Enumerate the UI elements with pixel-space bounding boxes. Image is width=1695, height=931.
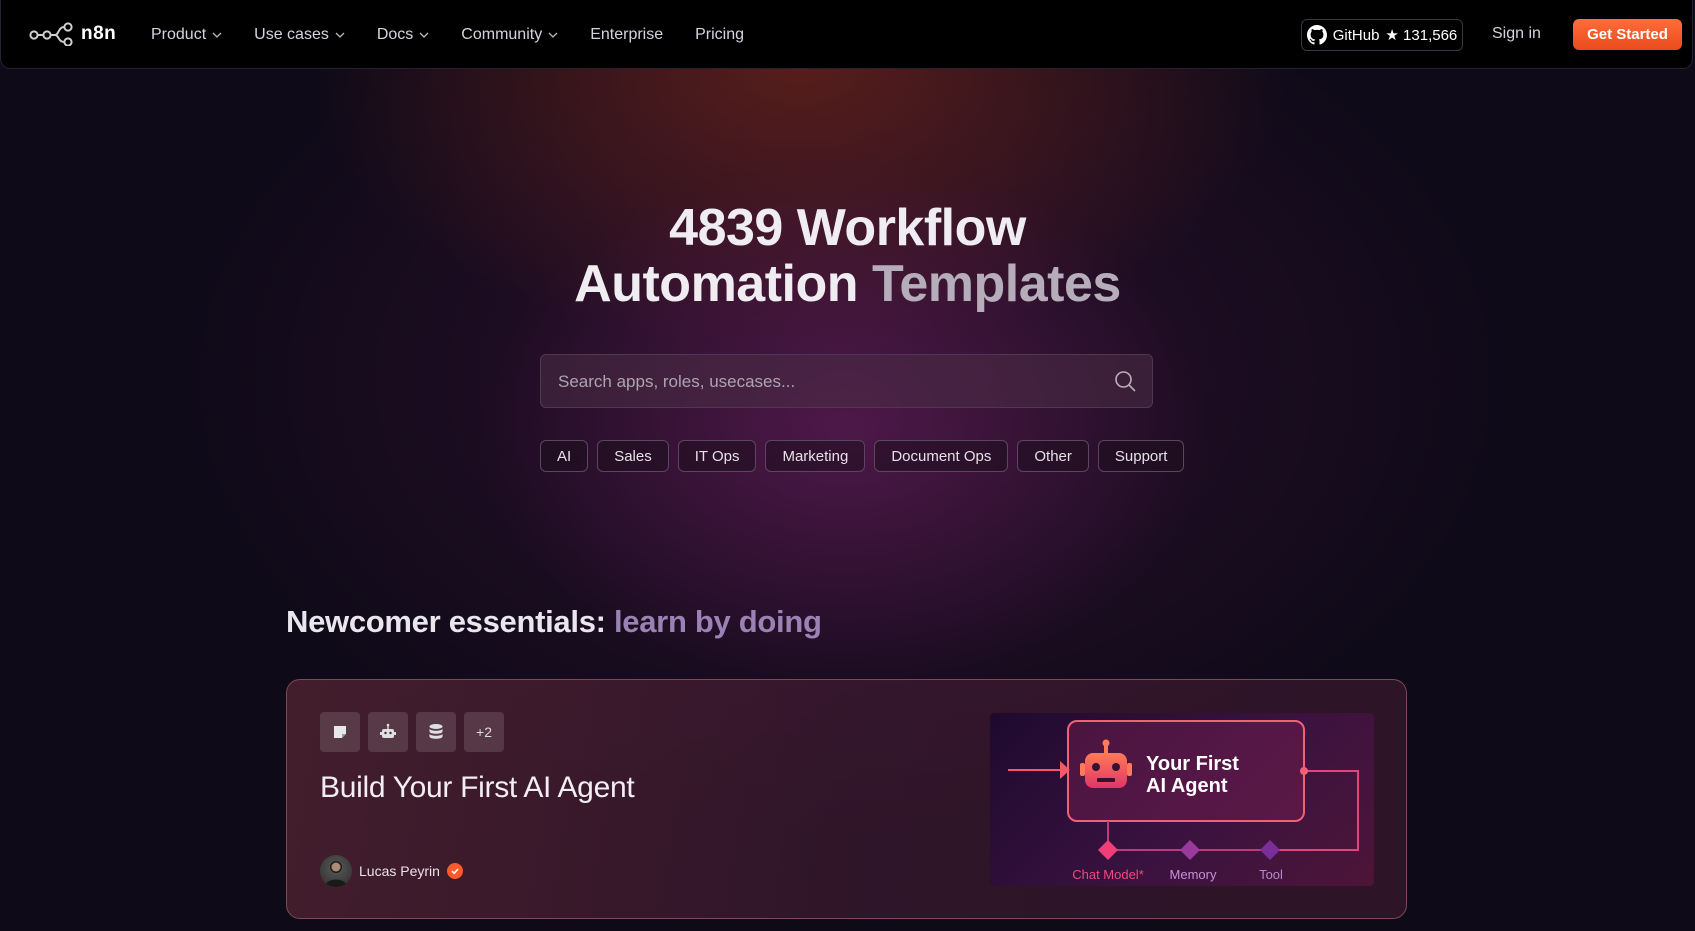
section-title-main: Newcomer essentials: [286, 604, 606, 639]
category-chip-marketing[interactable]: Marketing [765, 440, 866, 472]
n8n-logo[interactable]: n8n [29, 22, 116, 46]
category-chip-sales[interactable]: Sales [597, 440, 669, 472]
diagram-title-line-1: Your First [1146, 753, 1239, 775]
nav-item-community[interactable]: Community [461, 26, 558, 44]
category-chip-other[interactable]: Other [1017, 440, 1089, 472]
nav-item-label: Use cases [254, 25, 329, 43]
tool-label: Tool [1259, 867, 1283, 882]
title-line-2a: Automation [574, 255, 859, 313]
chat-model-label: Chat Model* [1072, 867, 1144, 882]
nav-item-use-cases[interactable]: Use cases [254, 26, 345, 44]
search-icon[interactable] [1114, 370, 1136, 392]
section-title-highlight: learn by doing [613, 604, 822, 639]
robot-icon [368, 712, 408, 752]
github-label: GitHub [1332, 26, 1380, 44]
sticky-note-icon [320, 712, 360, 752]
sign-in-link[interactable]: Sign in [1492, 25, 1541, 43]
avatar [320, 855, 352, 887]
top-navbar: n8n Product Use cases Docs Community Ent… [0, 0, 1693, 69]
nav-item-label: Product [151, 25, 207, 43]
chevron-down-icon [548, 32, 558, 38]
section-title: Newcomer essentials: learn by doing [286, 604, 822, 640]
category-chip-support[interactable]: Support [1097, 440, 1185, 472]
nav-item-docs[interactable]: Docs [377, 26, 429, 44]
diagram-title-line-2: AI Agent [1146, 775, 1228, 797]
n8n-logo-icon [29, 22, 73, 46]
title-line-2b: Templates [871, 255, 1121, 313]
nav-item-label: Community [461, 25, 543, 43]
nav-item-label: Docs [376, 25, 414, 43]
chevron-down-icon [212, 32, 222, 38]
github-icon [1306, 25, 1327, 45]
get-started-button[interactable]: Get Started [1573, 19, 1682, 50]
nav-item-enterprise[interactable]: Enterprise [590, 26, 663, 44]
github-stars: ★ 131,566 [1385, 27, 1458, 44]
page-title: 4839 Workflow Automation Templates [0, 200, 1695, 312]
verified-badge-icon [446, 863, 463, 879]
chevron-down-icon [419, 32, 429, 38]
memory-label: Memory [1170, 867, 1217, 882]
card-author[interactable]: Lucas Peyrin [320, 855, 463, 887]
category-chip-ai[interactable]: AI [540, 440, 589, 472]
database-icon [416, 712, 456, 752]
title-line-1: 4839 Workflow [669, 199, 1026, 257]
card-node-icons: +2 [320, 712, 504, 752]
chevron-down-icon [335, 32, 345, 38]
card-title[interactable]: Build Your First AI Agent [320, 771, 635, 805]
nav-item-label: Pricing [695, 25, 745, 43]
agent-diagram-preview: Your First AI Agent Chat Model* Memory T… [990, 713, 1374, 886]
nav-item-pricing[interactable]: Pricing [695, 26, 744, 44]
main-nav: Product Use cases Docs Community Enterpr… [151, 0, 776, 69]
tool-handle [1260, 840, 1280, 860]
chat-model-handle [1098, 840, 1118, 860]
nav-item-label: Enterprise [590, 25, 664, 43]
memory-handle [1180, 840, 1200, 860]
logo-text: n8n [81, 23, 117, 44]
output-handle [1300, 767, 1308, 775]
search-box [540, 354, 1153, 409]
github-button[interactable]: GitHub ★ 131,566 [1301, 19, 1463, 51]
extra-nodes-count: +2 [464, 712, 504, 752]
author-name: Lucas Peyrin [359, 863, 440, 879]
nav-item-product[interactable]: Product [151, 26, 222, 44]
category-chip-document-ops[interactable]: Document Ops [874, 440, 1009, 472]
search-input[interactable] [541, 355, 1120, 409]
category-filters: AI Sales IT Ops Marketing Document Ops O… [540, 440, 1185, 472]
category-chip-it-ops[interactable]: IT Ops [677, 440, 757, 472]
template-card[interactable]: +2 Build Your First AI Agent Lucas Peyri… [286, 679, 1407, 919]
